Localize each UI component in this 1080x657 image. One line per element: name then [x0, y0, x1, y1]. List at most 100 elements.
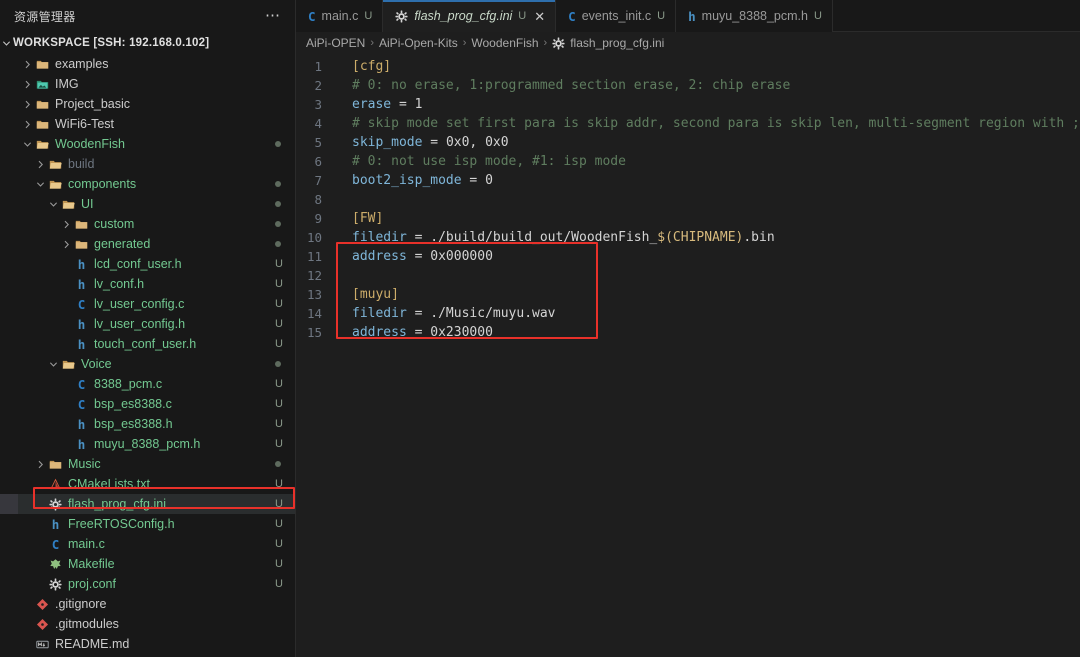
git-status-dot — [275, 141, 281, 147]
tree-item-muyu-8388-pcm-h[interactable]: h muyu_8388_pcm.h U — [0, 434, 295, 454]
git-status-badge: U — [275, 338, 283, 350]
vscode-window: 资源管理器 ⋯ WORKSPACE [SSH: 192.168.0.102] e… — [0, 0, 1080, 657]
code-text[interactable] — [342, 190, 1080, 209]
breadcrumb: AiPi-OPEN › AiPi-Open-Kits › WoodenFish › flas… — [296, 32, 1080, 54]
chevron-down-icon[interactable] — [0, 39, 13, 48]
tree-item-touch-conf-user-h[interactable]: h touch_conf_user.h U — [0, 334, 295, 354]
code-text[interactable]: skip_mode = 0x0, 0x0 — [342, 133, 1080, 152]
folder-icon — [34, 58, 51, 71]
code-text[interactable]: [cfg] — [342, 57, 1080, 76]
breadcrumb-item[interactable]: AiPi-Open-Kits — [379, 36, 458, 50]
chevron-down-icon[interactable] — [34, 180, 47, 189]
code-token: # 0: not use isp mode, #1: isp mode — [352, 154, 626, 169]
code-text[interactable]: # 0: no erase, 1:programmed section eras… — [342, 76, 1080, 95]
editor-tab-main-c[interactable]: Cmain.c U — [296, 0, 384, 32]
tree-item-gitignore[interactable]: .gitignore — [0, 594, 295, 614]
tree-item-wifi6-test[interactable]: WiFi6-Test — [0, 114, 295, 134]
tree-item-lv-conf-h[interactable]: h lv_conf.h U — [0, 274, 295, 294]
tree-item-ui[interactable]: UI — [0, 194, 295, 214]
tree-item-music[interactable]: Music — [0, 454, 295, 474]
code-text[interactable]: [muyu] — [342, 285, 1080, 304]
tree-item-makefile[interactable]: Makefile U — [0, 554, 295, 574]
gear-file-icon — [552, 36, 565, 50]
chevron-down-icon[interactable] — [47, 200, 60, 209]
line-number: 10 — [306, 230, 322, 245]
code-text[interactable]: address = 0x000000 — [342, 247, 1080, 266]
folder-open-icon — [34, 138, 51, 151]
code-line: 11 address = 0x000000 — [296, 247, 1080, 266]
tree-item-components[interactable]: components — [0, 174, 295, 194]
chevron-right-icon[interactable] — [60, 240, 73, 249]
tab-git-badge: U — [518, 10, 527, 22]
file-tree: WORKSPACE [SSH: 192.168.0.102] examples I… — [0, 32, 295, 657]
breadcrumb-file[interactable]: flash_prog_cfg.ini — [570, 36, 664, 50]
ellipsis-icon[interactable]: ⋯ — [261, 8, 285, 23]
code-text[interactable]: # 0: not use isp mode, #1: isp mode — [342, 152, 1080, 171]
line-number: 12 — [306, 268, 322, 283]
tree-item-cmakelists-txt[interactable]: CMakeLists.txt U — [0, 474, 295, 494]
workspace-label: WORKSPACE [SSH: 192.168.0.102] — [13, 37, 210, 49]
tree-item-readme-md[interactable]: README.md — [0, 634, 295, 654]
tree-item-flash-prog-cfg-ini[interactable]: flash_prog_cfg.ini U — [0, 494, 295, 514]
workspace-root-row[interactable]: WORKSPACE [SSH: 192.168.0.102] — [0, 32, 295, 54]
chevron-right-icon[interactable] — [34, 160, 47, 169]
code-token: filedir — [352, 230, 407, 245]
chevron-down-icon[interactable] — [47, 360, 60, 369]
tree-item-8388-pcm-c[interactable]: C 8388_pcm.c U — [0, 374, 295, 394]
tree-item-examples[interactable]: examples — [0, 54, 295, 74]
tree-item-build[interactable]: build — [0, 154, 295, 174]
tree-item-freertosconfig-h[interactable]: h FreeRTOSConfig.h U — [0, 514, 295, 534]
tree-item-project-basic[interactable]: Project_basic — [0, 94, 295, 114]
code-text[interactable]: address = 0x230000 — [342, 323, 1080, 342]
code-line: 9 [FW] — [296, 209, 1080, 228]
tree-item-lv-user-config-h[interactable]: h lv_user_config.h U — [0, 314, 295, 334]
editor-tab-muyu-8388-pcm-h[interactable]: h muyu_8388_pcm.h U — [676, 0, 833, 32]
code-text[interactable]: filedir = ./Music/muyu.wav — [342, 304, 1080, 323]
folder-open-icon — [60, 358, 77, 371]
tree-item-woodenfish[interactable]: WoodenFish — [0, 134, 295, 154]
git-status-dot — [275, 361, 281, 367]
code-token: = — [461, 173, 486, 188]
chevron-right-icon[interactable] — [21, 100, 34, 109]
git-status-badge: U — [275, 398, 283, 410]
code-text[interactable]: boot2_isp_mode = 0 — [342, 171, 1080, 190]
breadcrumb-item[interactable]: AiPi-OPEN — [306, 36, 365, 50]
tree-item-bsp-es8388-h[interactable]: h bsp_es8388.h U — [0, 414, 295, 434]
tree-item-main-c[interactable]: Cmain.c U — [0, 534, 295, 554]
code-token: 0x230000 — [430, 325, 493, 340]
line-number: 9 — [314, 211, 322, 226]
code-token: boot2_isp_mode — [352, 173, 462, 188]
code-line: 5 skip_mode = 0x0, 0x0 — [296, 133, 1080, 152]
tree-item-gitmodules[interactable]: .gitmodules — [0, 614, 295, 634]
chevron-right-icon[interactable] — [60, 220, 73, 229]
chevron-right-icon[interactable] — [34, 460, 47, 469]
code-token: erase — [352, 97, 392, 112]
tree-item-custom[interactable]: custom — [0, 214, 295, 234]
code-text[interactable]: erase = 1 — [342, 95, 1080, 114]
close-icon[interactable]: ✕ — [534, 10, 545, 23]
tree-item-lcd-conf-user-h[interactable]: h lcd_conf_user.h U — [0, 254, 295, 274]
code-editor[interactable]: 1 [cfg] 2 # 0: no erase, 1:programmed secti… — [296, 54, 1080, 657]
tree-item-voice[interactable]: Voice — [0, 354, 295, 374]
tree-item-lv-user-config-c[interactable]: Clv_user_config.c U — [0, 294, 295, 314]
tree-item-label: components — [68, 177, 137, 191]
tree-item-bsp-es8388-c[interactable]: Cbsp_es8388.c U — [0, 394, 295, 414]
code-text[interactable]: # skip mode set first para is skip addr,… — [342, 114, 1080, 133]
h-file-icon: h — [77, 316, 86, 332]
breadcrumb-item[interactable]: WoodenFish — [471, 36, 538, 50]
code-text[interactable]: [FW] — [342, 209, 1080, 228]
tree-item-proj-conf[interactable]: proj.conf U — [0, 574, 295, 594]
editor-tab-flash-prog-cfg-ini[interactable]: flash_prog_cfg.ini U ✕ — [383, 0, 557, 32]
code-token: .bin — [743, 230, 775, 245]
chevron-down-icon[interactable] — [21, 140, 34, 149]
tree-item-img[interactable]: IMG — [0, 74, 295, 94]
c-file-icon: C — [77, 376, 86, 392]
chevron-right-icon[interactable] — [21, 80, 34, 89]
folder-open-icon — [47, 158, 64, 171]
chevron-right-icon[interactable] — [21, 60, 34, 69]
tree-item-generated[interactable]: generated — [0, 234, 295, 254]
editor-tab-events-init-c[interactable]: Cevents_init.c U — [556, 0, 677, 32]
code-text[interactable]: filedir = ./build/build_out/WoodenFish_$… — [342, 228, 1080, 247]
code-text[interactable] — [342, 266, 1080, 285]
chevron-right-icon[interactable] — [21, 120, 34, 129]
